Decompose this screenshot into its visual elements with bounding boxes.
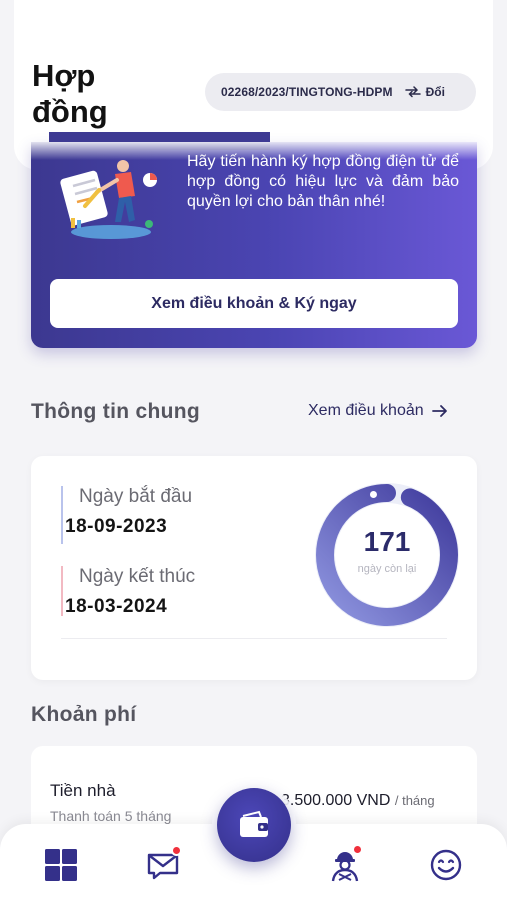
view-terms-and-sign-button[interactable]: Xem điều khoản & Ký ngay [50,279,458,328]
start-date-label: Ngày bắt đầu [79,486,193,507]
nav-wallet-button[interactable] [217,788,291,862]
contract-code: 02268/2023/TINGTONG-HDPM [221,85,393,99]
nav-messages[interactable] [146,845,182,882]
card-divider [61,638,447,639]
view-terms-link[interactable]: Xem điều khoản [308,402,448,420]
nav-dashboard[interactable] [44,848,78,882]
swap-arrows-icon [404,86,421,98]
nav-services[interactable] [328,844,363,882]
nav-feedback[interactable] [429,848,463,882]
general-info-heading: Thông tin chung [31,400,200,423]
switch-contract-button[interactable]: Đổi [404,85,445,99]
signing-illustration [60,160,157,239]
fee-amount-unit: / tháng [394,793,435,808]
days-remaining-value: 171 [363,526,411,557]
contract-period-card: Ngày bắt đầu 18-09-2023 Ngày kết thúc 18… [31,456,477,680]
fee-name: Tiền nhà [50,781,116,800]
switch-label: Đổi [425,85,445,99]
contract-selector[interactable]: 02268/2023/TINGTONG-HDPM Đổi [205,73,476,111]
fee-amount: 3.500.000 VND / tháng [281,792,435,810]
fees-heading: Khoản phí [31,703,137,726]
dashboard-grid-icon [45,849,77,881]
start-date-value: 18-09-2023 [65,516,168,537]
arrow-right-icon [431,405,447,417]
sign-contract-banner: Hãy tiến hành ký hợp đồng điện tử để hợp… [31,132,477,348]
end-date-value: 18-03-2024 [65,596,168,617]
end-date-label: Ngày kết thúc [79,566,196,587]
end-date-block: Ngày kết thúc 18-03-2024 [61,566,196,617]
services-badge [352,844,363,855]
banner-message: Hãy tiến hành ký hợp đồng điện tử để hợp… [187,153,459,210]
fee-payment-note: Thanh toán 5 tháng [50,808,172,824]
contract-screen: Hợp đồng 02268/2023/TINGTONG-HDPM Đổi Hã… [0,0,507,900]
days-remaining-ring: 171 ngày còn lại [314,482,460,628]
start-date-block: Ngày bắt đầu 18-09-2023 [61,486,192,544]
smiley-icon [430,849,462,881]
page-title: Hợp đồng [32,58,108,129]
wallet-icon [240,810,268,837]
days-remaining-caption: ngày còn lại [357,563,417,575]
messages-badge [171,845,182,856]
fee-amount-value: 3.500.000 VND [281,792,391,809]
view-terms-label: Xem điều khoản [308,402,424,419]
